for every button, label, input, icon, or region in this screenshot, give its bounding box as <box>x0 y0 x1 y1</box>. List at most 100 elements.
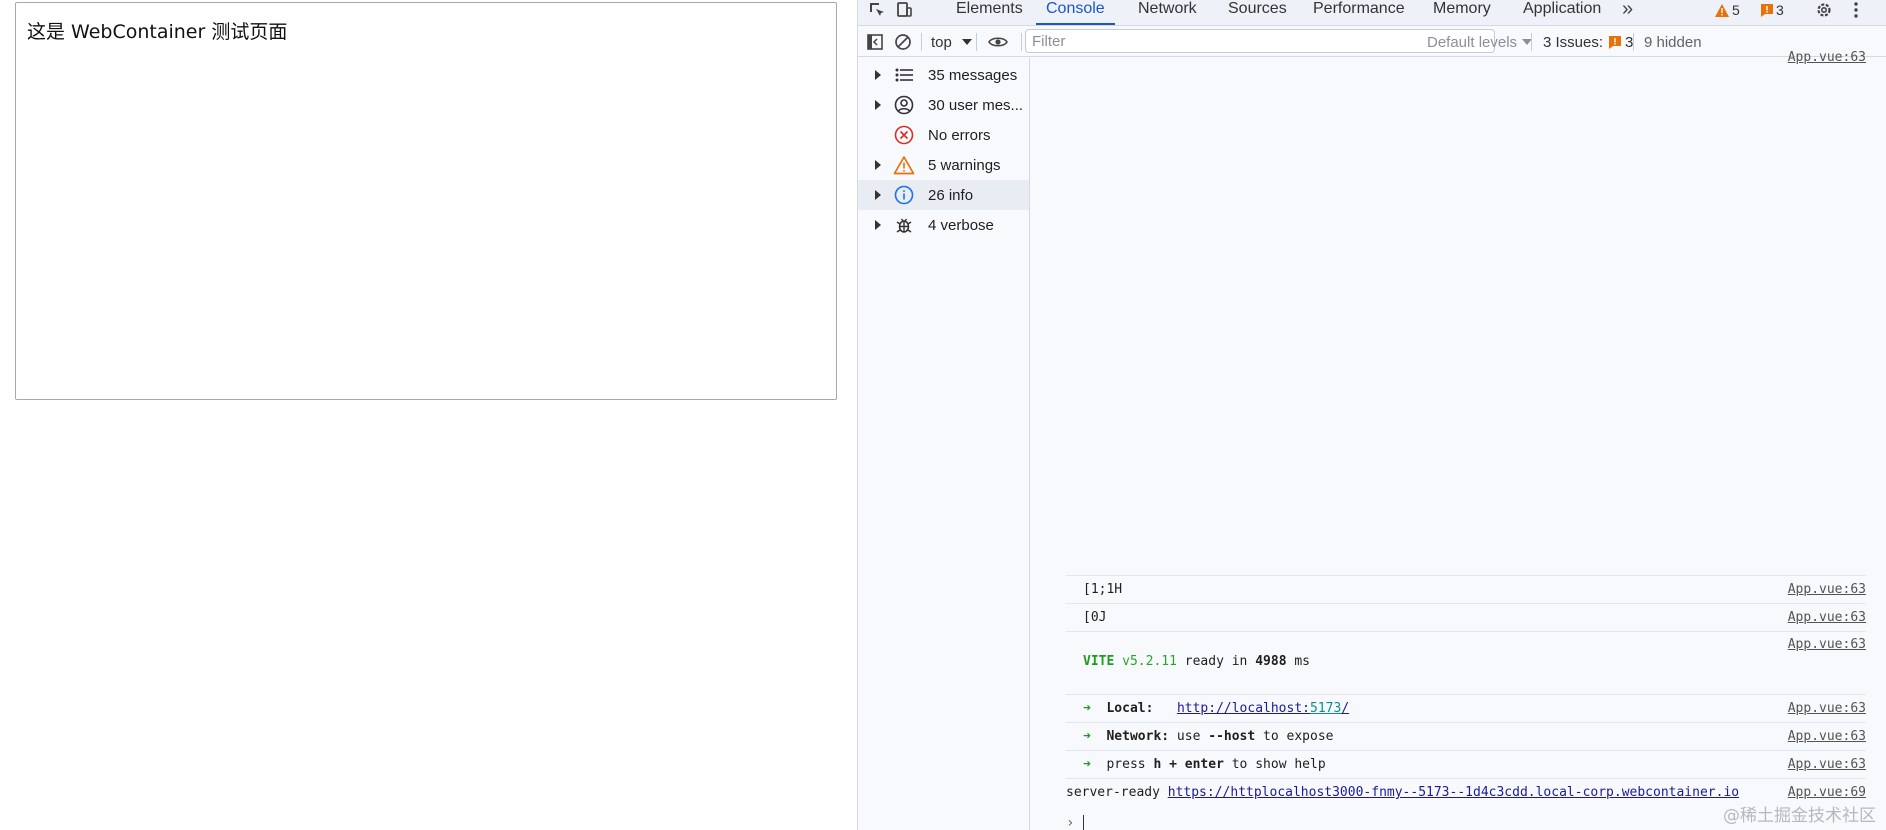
iframe-text: 这是 WebContainer 测试页面 <box>27 21 288 43</box>
arrow-icon: ➜ <box>1083 701 1091 716</box>
context-label: top <box>931 33 952 51</box>
warning-icon <box>1715 3 1729 17</box>
toolbar-divider <box>1633 33 1634 51</box>
log-levels-label: Default levels <box>1427 33 1518 51</box>
watermark: @稀土掘金技术社区 <box>1723 806 1876 826</box>
message-source-link[interactable]: App.vue:63 <box>1788 610 1866 625</box>
error-icon <box>893 124 915 146</box>
issues-count: 3 <box>1776 2 1784 18</box>
sidebar-item-label: No errors <box>928 126 991 144</box>
network-post: to expose <box>1255 729 1334 744</box>
more-options-icon[interactable] <box>1850 0 1862 20</box>
message-text: [1;1H <box>1083 582 1123 597</box>
sidebar-item-label: 35 messages <box>928 66 1018 84</box>
settings-gear-icon[interactable] <box>1813 0 1835 20</box>
filter-input[interactable] <box>1025 29 1495 53</box>
console-message: [0J App.vue:63 <box>1066 603 1866 631</box>
issues-label: 3 Issues: <box>1543 33 1604 51</box>
console-message: ➜ Network: use --host to expose App.vue:… <box>1066 722 1866 750</box>
console-message: ➜ Local: http://localhost:5173/ App.vue:… <box>1066 694 1866 722</box>
arrow-icon: ➜ <box>1083 729 1091 744</box>
server-ready-url[interactable]: https://httplocalhost3000-fnmy--5173--1d… <box>1168 785 1739 800</box>
issues-badge[interactable]: 3 <box>1761 0 1784 20</box>
message-text: ➜ press h + enter to show help <box>1083 757 1326 772</box>
ready-text: ready in <box>1176 654 1256 669</box>
message-text: VITE v5.2.11 ready in 4988 ms <box>1083 654 1310 669</box>
devtools-tab-bar: Elements Console Network Sources Perform… <box>858 0 1886 26</box>
tab-console[interactable]: Console <box>1036 0 1115 25</box>
message-text: ➜ Network: use --host to expose <box>1083 729 1334 744</box>
sidebar-item-warnings[interactable]: 5 warnings <box>858 150 1029 180</box>
local-url-port: 5173 <box>1310 701 1342 716</box>
expand-arrow-icon[interactable] <box>875 100 881 110</box>
web-page: 这是 WebContainer 测试页面 <box>0 0 855 830</box>
expand-arrow-icon[interactable] <box>875 160 881 170</box>
webcontainer-iframe[interactable]: 这是 WebContainer 测试页面 <box>15 2 837 400</box>
message-source-link[interactable]: App.vue:69 <box>1788 785 1866 800</box>
expand-arrow-icon[interactable] <box>875 190 881 200</box>
log-levels-dropdown[interactable]: Default levels <box>1427 27 1533 57</box>
sidebar-item-label: 4 verbose <box>928 216 994 234</box>
toolbar-divider <box>1531 33 1532 51</box>
network-label: Network: <box>1106 729 1170 744</box>
tab-memory[interactable]: Memory <box>1433 0 1491 25</box>
message-source-link[interactable]: App.vue:63 <box>1788 50 1866 65</box>
sidebar-toggle-icon[interactable] <box>866 27 884 57</box>
message-source-link[interactable]: App.vue:63 <box>1788 757 1866 772</box>
server-ready-label: server-ready <box>1066 785 1168 800</box>
tab-network[interactable]: Network <box>1138 0 1197 25</box>
sidebar-item-errors[interactable]: No errors <box>858 120 1029 150</box>
message-source-link[interactable]: App.vue:63 <box>1788 637 1866 652</box>
help-pre: press <box>1106 757 1154 772</box>
sidebar-item-label: 5 warnings <box>928 156 1001 174</box>
sidebar-item-label: 26 info <box>928 186 974 204</box>
ready-ms-value: 4988 <box>1255 654 1287 669</box>
tab-performance[interactable]: Performance <box>1313 0 1405 25</box>
vite-label: VITE <box>1083 654 1115 669</box>
message-text: [0J <box>1083 610 1107 625</box>
tab-sources[interactable]: Sources <box>1228 0 1287 25</box>
ms-unit: ms <box>1286 654 1311 669</box>
sidebar-item-user-messages[interactable]: 30 user mes... <box>858 90 1029 120</box>
sidebar-item-label: 30 user mes... <box>928 96 1024 114</box>
toolbar-divider <box>921 33 922 51</box>
warnings-badge[interactable]: 5 <box>1715 0 1740 20</box>
dropdown-arrow-icon <box>961 39 972 45</box>
sidebar-item-verbose[interactable]: 4 verbose <box>858 210 1029 240</box>
console-prompt-icon: › <box>1066 815 1075 830</box>
more-tabs-icon[interactable]: » <box>1622 0 1633 21</box>
toolbar-divider <box>1021 33 1022 51</box>
local-url[interactable]: http://localhost:5173/ <box>1177 701 1349 716</box>
context-selector[interactable]: top <box>931 27 972 57</box>
network-pre: use <box>1169 729 1209 744</box>
device-toolbar-icon[interactable] <box>893 0 915 20</box>
expand-arrow-icon[interactable] <box>875 70 881 80</box>
vite-version: v5.2.11 <box>1122 654 1177 669</box>
message-source-link[interactable]: App.vue:63 <box>1788 701 1866 716</box>
help-post: to show help <box>1223 757 1326 772</box>
hidden-messages-count[interactable]: 9 hidden <box>1644 27 1702 57</box>
issue-icon <box>1761 3 1773 17</box>
info-icon <box>893 184 915 206</box>
warnings-count: 5 <box>1732 2 1740 18</box>
user-icon <box>893 94 915 116</box>
message-source-link[interactable]: App.vue:63 <box>1788 729 1866 744</box>
message-source-link[interactable]: App.vue:63 <box>1788 582 1866 597</box>
local-label: Local: <box>1106 701 1154 716</box>
list-icon <box>893 64 915 86</box>
console-message: [1;1H App.vue:63 <box>1066 575 1866 603</box>
tab-elements[interactable]: Elements <box>956 0 1023 25</box>
sidebar-item-info[interactable]: 26 info <box>858 180 1029 210</box>
issues-button[interactable]: 3 Issues: 3 <box>1543 27 1633 57</box>
network-flag: --host <box>1208 729 1256 744</box>
clear-console-icon[interactable] <box>894 27 912 57</box>
issue-icon <box>1609 35 1622 49</box>
help-key: h + enter <box>1153 757 1224 772</box>
console-sidebar: 35 messages 30 user mes... No errors 5 w… <box>858 58 1030 830</box>
tab-application[interactable]: Application <box>1523 0 1601 25</box>
inspect-element-icon[interactable] <box>866 0 888 20</box>
sidebar-item-messages[interactable]: 35 messages <box>858 60 1029 90</box>
live-expression-eye-icon[interactable] <box>988 27 1008 57</box>
console-input-caret[interactable] <box>1083 815 1084 830</box>
expand-arrow-icon[interactable] <box>875 220 881 230</box>
